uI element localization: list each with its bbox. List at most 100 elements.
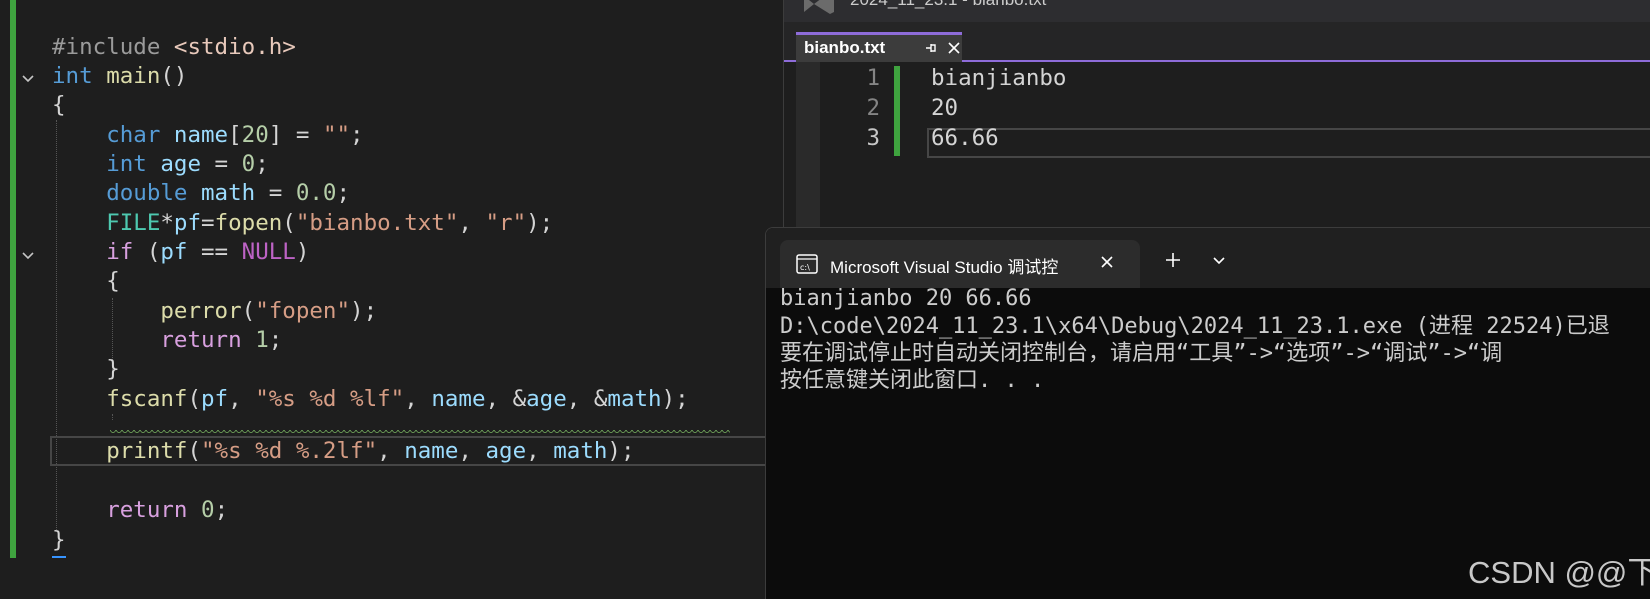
code-token: pf [201,386,229,412]
code-line[interactable]: fscanf(pf, "%s %d %lf", name, &age, &mat… [52,384,689,414]
chevron-down-icon[interactable] [20,248,36,264]
code-token: 0 [241,151,256,177]
code-token: = [201,210,215,236]
console-tab-title: Microsoft Visual Studio 调试控 [830,258,1059,277]
code-token: "bianbo.txt" [295,210,459,236]
window-title-bar[interactable]: 2024_11_23.1 - bianbo.txt [784,0,1650,22]
code-token: math [607,386,662,412]
code-token: 20 [241,122,269,148]
code-token: , [458,438,486,464]
code-token: ] = [268,122,323,148]
code-line[interactable]: int main() [52,61,187,91]
code-line[interactable]: int age = 0; [52,149,269,179]
code-token: [ [228,122,242,148]
pin-icon[interactable] [924,40,938,60]
code-line[interactable]: printf("%s %d %.2lf", name, age, math); [52,436,635,466]
code-line[interactable]: return 0; [52,495,228,525]
change-indicator-bar [894,66,900,156]
code-token: name [404,438,459,464]
code-token: ; [336,180,351,206]
indent-guide [112,414,113,420]
code-line[interactable]: double math = 0.0; [52,178,350,208]
code-token: , & [485,386,527,412]
code-line[interactable]: } [52,354,120,384]
code-token: ( [241,298,256,324]
current-line-highlight [927,128,1650,158]
code-token: age [485,438,527,464]
console-output-line: 按任意键关闭此窗口. . . [780,368,1045,393]
svg-text:c:\: c:\ [800,263,810,272]
code-token: ); [350,298,378,324]
code-token: name [173,122,229,148]
chevron-down-icon[interactable] [1211,253,1227,272]
close-icon[interactable] [1098,253,1116,275]
code-token: "%s %d %.2lf" [201,438,378,464]
debug-console-window[interactable]: c:\ Microsoft Visual Studio 调试控 bianjian… [765,227,1650,599]
console-tab-bar: c:\ Microsoft Visual Studio 调试控 [766,228,1650,288]
code-token: 0 [201,497,215,523]
code-token: printf [106,438,188,464]
code-token: fscanf [106,386,188,412]
console-output-line: bianjianbo 20 66.66 [780,286,1032,311]
text-line[interactable]: bianjianbo [931,63,1066,93]
console-output-line: 要在调试停止时自动关闭控制台，请启用“工具”->“选项”->“调试”->“调 [780,341,1503,366]
code-token: NULL [241,239,296,265]
code-line[interactable]: } [52,525,66,555]
watermark-text: CSDN @@下 [1468,555,1650,590]
code-token: #include [52,34,161,60]
change-indicator-bar [10,0,16,558]
text-line[interactable]: 20 [931,93,958,123]
tab-bianbo-txt[interactable]: bianbo.txt [796,32,962,62]
code-token: int [106,151,147,177]
code-token: , & [566,386,608,412]
code-line[interactable]: { [52,266,120,296]
code-token: ); [526,210,554,236]
code-token: name [431,386,486,412]
code-token: , [404,386,432,412]
code-token: , [458,210,486,236]
close-icon[interactable] [946,40,962,60]
code-line[interactable]: FILE*pf=fopen("bianbo.txt", "r"); [52,208,553,238]
code-editor[interactable]: #include <stdio.h> int main() { char nam… [0,0,765,598]
code-token: FILE [106,210,161,236]
code-token: "fopen" [255,298,351,324]
console-tab[interactable]: c:\ Microsoft Visual Studio 调试控 [780,240,1140,288]
code-token: <stdio.h> [173,34,296,60]
window-title: 2024_11_23.1 - bianbo.txt [850,0,1046,10]
code-token: fopen [214,210,283,236]
code-token: ); [661,386,689,412]
code-token: math [201,180,256,206]
code-token: 1 [255,327,269,353]
code-token: () [160,63,188,89]
text-line[interactable]: 66.66 [931,123,999,153]
line-number: 3 [866,125,880,151]
plus-icon[interactable] [1164,251,1182,273]
terminal-icon: c:\ [796,254,818,278]
text-editor-window[interactable]: 2024_11_23.1 - bianbo.txt bianbo.txt 1 2… [783,0,1650,240]
code-token: , [526,438,554,464]
code-token: if [106,239,134,265]
code-token: "" [322,122,351,148]
code-token: perror [160,298,242,324]
code-line[interactable]: return 1; [52,325,282,355]
code-line[interactable]: if (pf == NULL) [52,237,309,267]
line-number: 2 [866,95,880,121]
chevron-down-icon[interactable] [20,71,36,87]
code-line[interactable]: #include <stdio.h> [52,32,296,62]
code-token: } [106,356,120,382]
code-token: ; [214,497,229,523]
code-token: ); [607,438,635,464]
code-line[interactable]: perror("fopen"); [52,296,377,326]
warning-squiggle [110,430,730,434]
code-token: = [255,180,296,206]
code-token: 0.0 [295,180,337,206]
console-output-line: D:\code\2024_11_23.1\x64\Debug\2024_11_2… [780,314,1610,339]
code-token: main [106,63,161,89]
code-token: ( [282,210,296,236]
code-token: char [106,122,161,148]
code-token: = [201,151,242,177]
code-token: { [106,268,120,294]
code-token: "%s %d %lf" [255,386,405,412]
code-line[interactable]: { [52,90,66,120]
code-line[interactable]: char name[20] = ""; [52,120,363,150]
